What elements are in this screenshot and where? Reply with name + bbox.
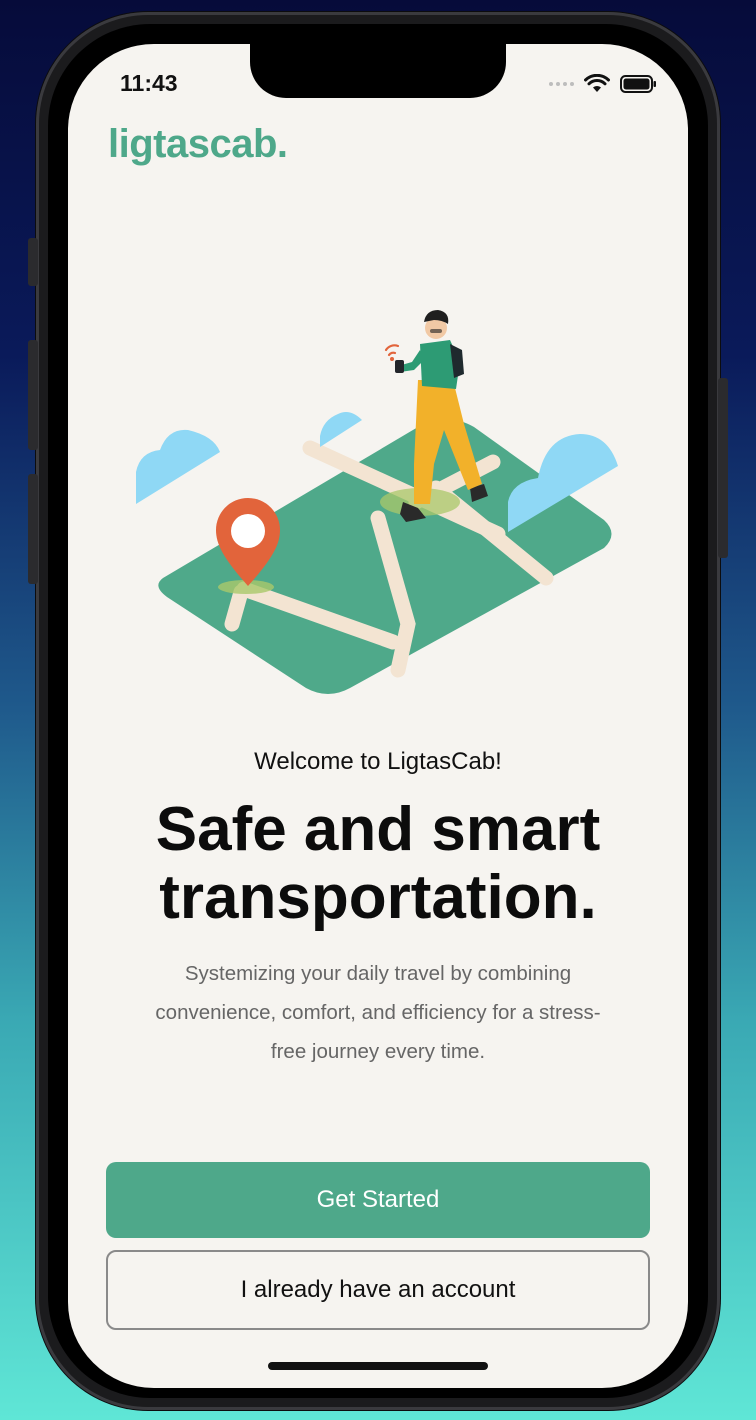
headline-line: Safe and smart	[155, 795, 601, 864]
existing-account-button[interactable]: I already have an account	[106, 1250, 650, 1330]
headline: Safe and smart transportation.	[68, 796, 688, 932]
notch	[250, 44, 506, 98]
get-started-button[interactable]: Get Started	[106, 1162, 650, 1238]
signal-icon	[384, 344, 400, 361]
wifi-icon	[584, 74, 610, 92]
power-button	[718, 378, 728, 558]
volume-up-button	[28, 340, 38, 450]
app-screen: 11:43 ligtascab. Welcome to LigtasCab! S…	[68, 44, 688, 1388]
status-icons	[549, 72, 658, 96]
description-line: free journey every time.	[270, 1040, 486, 1063]
silent-switch	[28, 238, 38, 286]
app-logo: ligtascab.	[108, 122, 288, 166]
hero-illustration	[136, 310, 618, 694]
cellular-signal-icon	[549, 82, 574, 86]
status-time: 11:43	[120, 70, 178, 96]
battery-icon	[620, 75, 656, 93]
description-text: Systemizing your daily travel by combini…	[118, 954, 638, 1071]
description-line: convenience, comfort, and efficiency for…	[155, 1001, 601, 1024]
description-line: Systemizing your daily travel by combini…	[184, 962, 572, 985]
welcome-text: Welcome to LigtasCab!	[254, 748, 502, 775]
headline-line: transportation.	[159, 863, 597, 932]
volume-down-button	[28, 474, 38, 584]
home-indicator[interactable]	[268, 1362, 488, 1370]
